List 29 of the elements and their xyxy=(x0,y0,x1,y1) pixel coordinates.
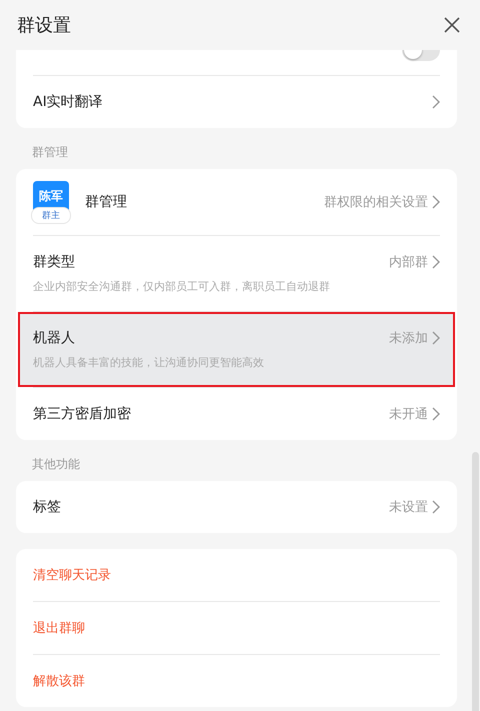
danger-action[interactable]: 退出群聊 xyxy=(33,619,85,637)
danger-action[interactable]: 解散该群 xyxy=(33,672,85,690)
row-description: 企业内部安全沟通群，仅内部员工可入群，离职员工自动退群 xyxy=(33,279,331,294)
chevron-icon[interactable] xyxy=(432,255,440,269)
chevron-icon[interactable] xyxy=(432,331,440,345)
chevron-icon[interactable] xyxy=(432,195,440,209)
row-value: 未设置 xyxy=(389,499,428,516)
scrollbar[interactable] xyxy=(472,452,479,711)
window-title: 群设置 xyxy=(17,14,71,37)
section-header: 群管理 xyxy=(31,144,69,161)
row-label: 机器人 xyxy=(33,329,76,347)
chevron-icon[interactable] xyxy=(432,95,440,109)
section-header: 其他功能 xyxy=(31,456,81,473)
danger-action[interactable]: 清空聊天记录 xyxy=(33,566,111,584)
close-icon[interactable] xyxy=(444,17,460,33)
role-tag: 群主 xyxy=(31,206,71,224)
row-value: 未添加 xyxy=(389,330,428,347)
row-value: 未开通 xyxy=(389,406,428,423)
chevron-icon[interactable] xyxy=(432,407,440,421)
row-label: 群管理 xyxy=(85,193,128,211)
row-label: 第三方密盾加密 xyxy=(33,405,132,423)
row-description: 机器人具备丰富的技能，让沟通协同更智能高效 xyxy=(33,355,265,370)
row-value: 内部群 xyxy=(389,254,428,271)
row-label: 群类型 xyxy=(33,253,76,271)
selected-row[interactable]: 机器人 未添加 机器人具备丰富的技能，让沟通协同更智能高效 xyxy=(18,312,455,387)
row-label: 标签 xyxy=(33,498,62,516)
row-value: 群权限的相关设置 xyxy=(324,194,428,211)
chevron-icon[interactable] xyxy=(432,500,440,514)
row-label: AI实时翻译 xyxy=(33,93,104,111)
